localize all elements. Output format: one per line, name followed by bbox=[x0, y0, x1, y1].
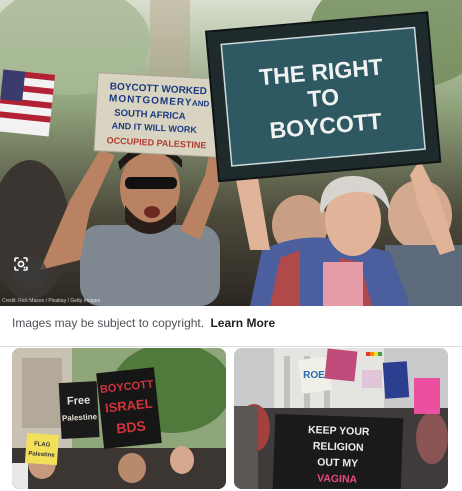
google-lens-icon bbox=[14, 257, 28, 271]
learn-more-link[interactable]: Learn More bbox=[210, 316, 275, 330]
image-preview-panel: BOYCOTT WORKED MONTGOMERY AND SOUTH AFRI… bbox=[0, 0, 462, 491]
image-credit: Credit: Rick Mason / Pixabay / Getty Ima… bbox=[2, 298, 101, 304]
center-protest-sign: THE RIGHT TO BOYCOTT bbox=[204, 11, 442, 183]
svg-text:RELIGION: RELIGION bbox=[313, 440, 364, 454]
svg-text:TO: TO bbox=[306, 83, 340, 112]
copyright-text: Images may be subject to copyright. bbox=[12, 316, 205, 330]
divider bbox=[0, 346, 462, 347]
svg-text:KEEP YOUR: KEEP YOUR bbox=[308, 424, 370, 438]
svg-text:FLAG: FLAG bbox=[34, 441, 51, 448]
related-image-thumbnail[interactable]: ROE KEEP YOUR RELIGION OUT MY VAGINA bbox=[234, 348, 448, 489]
protest-photo-illustration: BOYCOTT WORKED MONTGOMERY AND SOUTH AFRI… bbox=[0, 0, 462, 306]
american-flag bbox=[0, 69, 56, 137]
thumbnail-illustration-2: ROE KEEP YOUR RELIGION OUT MY VAGINA bbox=[234, 348, 448, 489]
related-image-thumbnail[interactable]: Free Palestine BOYCOTT ISRAEL BDS FLAG P… bbox=[12, 348, 226, 489]
svg-text:OUT MY: OUT MY bbox=[317, 456, 358, 469]
svg-text:Palestine: Palestine bbox=[62, 412, 98, 423]
thumbnail-illustration-1: Free Palestine BOYCOTT ISRAEL BDS FLAG P… bbox=[12, 348, 226, 489]
left-protest-sign: BOYCOTT WORKED MONTGOMERY AND SOUTH AFRI… bbox=[93, 72, 221, 158]
copyright-notice: Images may be subject to copyright. Lear… bbox=[12, 316, 275, 330]
google-lens-button[interactable] bbox=[13, 256, 47, 290]
svg-text:ROE: ROE bbox=[303, 370, 325, 381]
svg-text:BDS: BDS bbox=[115, 417, 146, 436]
svg-text:Free: Free bbox=[67, 394, 91, 407]
svg-text:AND: AND bbox=[192, 99, 210, 109]
main-image[interactable]: BOYCOTT WORKED MONTGOMERY AND SOUTH AFRI… bbox=[0, 0, 462, 306]
svg-text:VAGINA: VAGINA bbox=[317, 472, 358, 485]
